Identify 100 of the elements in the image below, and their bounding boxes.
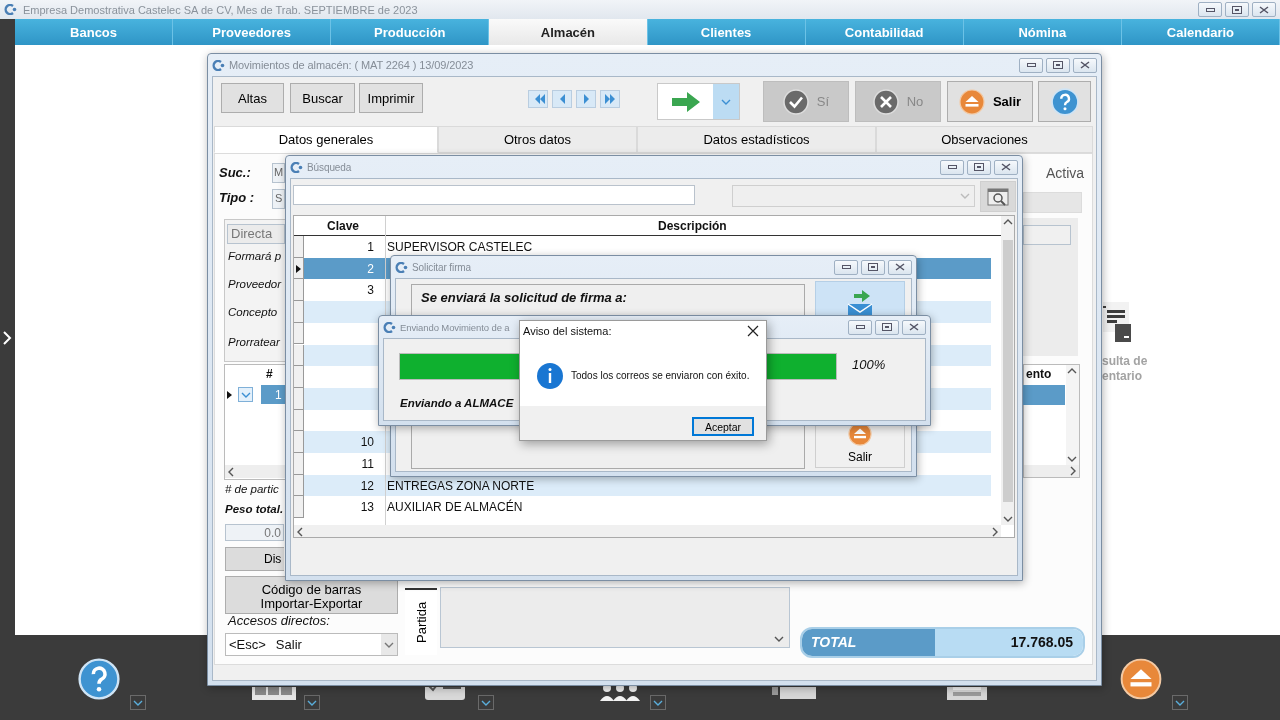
close-icon bbox=[1259, 5, 1269, 14]
close-icon bbox=[1080, 61, 1090, 69]
row-header bbox=[294, 496, 304, 519]
dropdown-button[interactable] bbox=[1172, 695, 1188, 710]
table-icon[interactable] bbox=[252, 687, 296, 700]
minimize-icon bbox=[855, 325, 865, 329]
field-label: Suc.: bbox=[219, 165, 251, 180]
cabinet-icon[interactable] bbox=[772, 687, 816, 701]
previous-button[interactable] bbox=[552, 90, 572, 108]
weight-field[interactable]: 0.0 bbox=[225, 524, 284, 541]
toolbar-button[interactable]: Altas bbox=[221, 83, 284, 113]
help-button[interactable] bbox=[1038, 81, 1091, 122]
table-cell: 13 bbox=[360, 500, 374, 515]
search-button[interactable] bbox=[980, 181, 1016, 212]
help-icon bbox=[78, 658, 120, 700]
table-cell: 12 bbox=[360, 478, 374, 493]
dropdown-button[interactable] bbox=[650, 695, 666, 710]
mode-field[interactable]: Directa bbox=[227, 224, 285, 244]
minimize-icon bbox=[1026, 63, 1036, 67]
close-button[interactable] bbox=[888, 259, 912, 275]
tab[interactable]: Datos generales bbox=[214, 126, 438, 153]
window-title: Solicitar firma bbox=[412, 261, 472, 273]
logo-icon bbox=[383, 321, 396, 333]
minimize-button[interactable] bbox=[834, 259, 858, 275]
toolbar-button[interactable]: Buscar bbox=[290, 83, 355, 113]
minimize-button[interactable] bbox=[1019, 57, 1043, 73]
column-header: Descripción bbox=[658, 219, 727, 233]
dialog-message: Todos los correos se enviaron con éxito. bbox=[571, 370, 750, 381]
arrow-icon bbox=[602, 93, 618, 105]
table-cell: AUXILIAR DE ALMACÉN bbox=[387, 500, 523, 515]
close-icon[interactable] bbox=[747, 325, 759, 337]
eject-icon bbox=[1120, 658, 1162, 700]
text-field[interactable] bbox=[1023, 225, 1071, 245]
next-button[interactable] bbox=[576, 90, 596, 108]
row-header bbox=[294, 344, 304, 367]
row-header bbox=[294, 366, 304, 388]
toolbar-button[interactable]: Imprimir bbox=[359, 83, 423, 113]
menu-tab[interactable]: Almacén bbox=[489, 19, 648, 45]
type-field[interactable]: S bbox=[272, 189, 285, 209]
printer-icon[interactable] bbox=[945, 687, 989, 702]
accept-button[interactable]: Aceptar bbox=[692, 417, 754, 436]
field-label: Peso total. bbox=[225, 503, 284, 515]
card-icon[interactable] bbox=[425, 687, 465, 700]
eject-icon bbox=[958, 88, 985, 115]
tab[interactable]: Otros datos bbox=[438, 126, 637, 153]
dis-button[interactable]: Dis bbox=[225, 547, 284, 571]
close-button[interactable] bbox=[994, 159, 1018, 175]
maximize-button[interactable] bbox=[967, 159, 991, 175]
document-icon[interactable] bbox=[1103, 302, 1133, 344]
table-cell: 1 bbox=[367, 240, 374, 254]
barcode-button[interactable]: Código de barras Importar-Exportar bbox=[225, 576, 398, 614]
dropdown-button[interactable] bbox=[304, 695, 320, 710]
maximize-button[interactable] bbox=[861, 259, 885, 275]
row-checkbox[interactable] bbox=[238, 387, 253, 402]
maximize-button[interactable] bbox=[875, 319, 899, 335]
close-button[interactable] bbox=[1073, 57, 1097, 73]
maximize-icon bbox=[1053, 61, 1063, 69]
shortcut-combo[interactable]: <Esc> Salir bbox=[225, 633, 398, 656]
last-button[interactable] bbox=[600, 90, 620, 108]
close-button[interactable] bbox=[902, 319, 926, 335]
branch-field[interactable]: M bbox=[272, 163, 285, 183]
column-header: ento bbox=[1026, 367, 1052, 381]
maximize-icon bbox=[882, 323, 892, 331]
info-icon bbox=[537, 363, 563, 389]
dropdown-button[interactable] bbox=[478, 695, 494, 710]
maximize-icon bbox=[868, 263, 878, 271]
tab[interactable]: Datos estadísticos bbox=[637, 126, 876, 153]
table-cell: ENTREGAS ZONA NORTE bbox=[387, 478, 535, 493]
first-button[interactable] bbox=[528, 90, 548, 108]
action-button[interactable]: Salir bbox=[947, 81, 1033, 122]
people-icon[interactable] bbox=[600, 683, 640, 703]
send-combo[interactable] bbox=[657, 83, 740, 120]
table-cell: 2 bbox=[367, 261, 374, 276]
window-title: Búsqueda bbox=[307, 161, 352, 173]
field-label: Accesos directos: bbox=[228, 613, 330, 628]
scroll-thumb[interactable] bbox=[1003, 239, 1013, 502]
cross-icon bbox=[872, 88, 899, 115]
progress-reading: 100% bbox=[852, 357, 886, 372]
minimize-icon bbox=[1205, 7, 1215, 12]
row-header bbox=[294, 279, 304, 302]
row-header bbox=[294, 409, 304, 432]
minimize-button[interactable] bbox=[940, 159, 964, 175]
maximize-icon bbox=[974, 163, 984, 171]
close-button[interactable] bbox=[1252, 2, 1276, 17]
check-icon bbox=[782, 88, 809, 115]
field-label: Concepto bbox=[228, 306, 278, 318]
help-icon bbox=[1050, 87, 1079, 116]
minimize-button[interactable] bbox=[848, 319, 872, 335]
search-field[interactable] bbox=[293, 185, 695, 205]
maximize-button[interactable] bbox=[1046, 57, 1070, 73]
dropdown-button[interactable] bbox=[130, 695, 146, 710]
status-field[interactable] bbox=[1023, 192, 1082, 213]
row-marker-icon bbox=[227, 391, 232, 399]
maximize-button[interactable] bbox=[1225, 2, 1249, 17]
tab[interactable]: Observaciones bbox=[876, 126, 1093, 153]
table-cell: 10 bbox=[360, 435, 374, 450]
row-header bbox=[294, 387, 304, 410]
minimize-button[interactable] bbox=[1198, 2, 1222, 17]
window-title: Enviando Movimiento de a bbox=[400, 321, 510, 333]
window-title: Movimientos de almacén: ( MAT 2264 ) 13/09/2023 bbox=[229, 59, 474, 71]
